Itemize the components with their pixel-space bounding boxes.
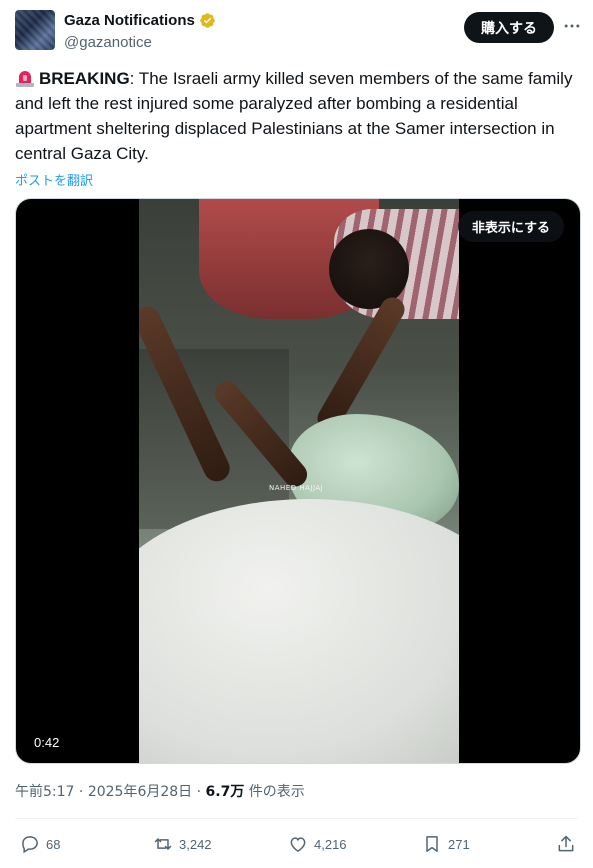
bookmark-icon <box>426 836 438 852</box>
like-button[interactable]: 4,216 <box>288 828 347 860</box>
rotating-light-siren-icon <box>16 71 34 87</box>
more-horizontal-icon <box>564 24 580 28</box>
video-player[interactable]: NAHED HAJJAJ 非表示にする 0:42 <box>15 198 581 764</box>
author-display-name[interactable]: Gaza Notifications <box>64 12 195 29</box>
reply-count: 68 <box>46 836 61 852</box>
gold-verified-icon[interactable] <box>199 12 216 29</box>
bookmark-button[interactable]: 271 <box>422 828 470 860</box>
video-scene-sheet <box>139 499 459 763</box>
like-count: 4,216 <box>314 836 347 852</box>
tweet-lead: BREAKING <box>39 69 130 88</box>
author-avatar[interactable] <box>15 10 55 50</box>
video-watermark: NAHED HAJJAJ <box>269 484 324 492</box>
tweet-time[interactable]: 午前5:17 <box>15 784 74 800</box>
views-label: 件の表示 <box>248 784 305 800</box>
heart-icon <box>290 837 306 852</box>
repost-button[interactable]: 3,242 <box>153 828 212 860</box>
action-bar: 68 3,242 4,216 271 <box>0 828 593 860</box>
subscribe-button[interactable]: 購入する <box>464 12 554 43</box>
meta-separator: · <box>78 784 84 800</box>
bookmark-count: 271 <box>448 836 470 852</box>
reply-button[interactable]: 68 <box>20 828 60 860</box>
repost-icon <box>154 838 172 850</box>
reply-icon <box>22 836 38 854</box>
video-scene-head <box>329 229 409 309</box>
author-name-row: Gaza Notifications <box>64 12 216 29</box>
video-duration: 0:42 <box>34 735 60 750</box>
video-frame[interactable]: NAHED HAJJAJ <box>139 199 459 763</box>
divider <box>15 818 578 819</box>
views-count: 6.7万 <box>205 784 245 800</box>
author-handle[interactable]: @gazanotice <box>64 34 152 51</box>
translate-post-link[interactable]: ポストを翻訳 <box>15 170 93 189</box>
hide-media-button[interactable]: 非表示にする <box>457 211 564 242</box>
meta-separator: · <box>196 784 202 800</box>
share-icon <box>558 835 574 852</box>
repost-count: 3,242 <box>179 836 212 852</box>
tweet-meta: 午前5:17 · 2025年6月28日 · 6.7万 件の表示 <box>15 781 305 801</box>
share-button[interactable] <box>556 828 576 860</box>
more-options-button[interactable] <box>560 14 584 38</box>
tweet-date[interactable]: 2025年6月28日 <box>88 784 192 800</box>
tweet-text: BREAKING: The Israeli army killed seven … <box>15 66 577 166</box>
